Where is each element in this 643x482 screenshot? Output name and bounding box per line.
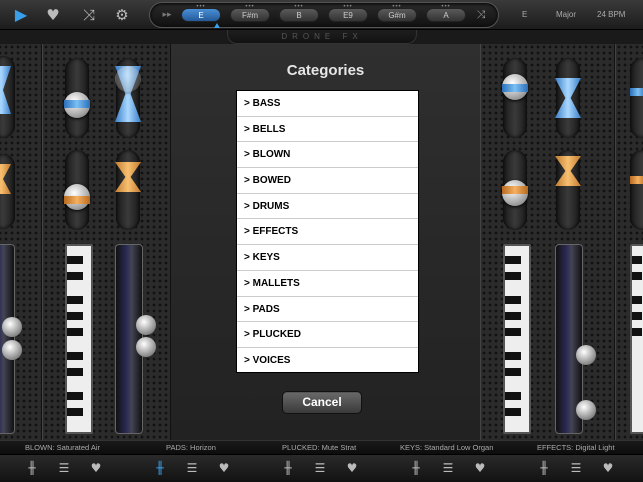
favorite-icon[interactable]: ♥ <box>216 460 232 476</box>
key-button-6[interactable]: ••• A <box>426 4 466 22</box>
level-band <box>64 196 90 204</box>
scale-readout[interactable]: Major <box>556 10 576 19</box>
favorite-icon[interactable]: ♥ <box>344 460 360 476</box>
slider-knob[interactable] <box>136 337 156 357</box>
level-band <box>502 186 528 194</box>
channel-panel-3 <box>480 44 615 440</box>
top-toolbar: ▶ ♥ ⤨ ⚙ ▸▸ ••• E ••• F#m ••• B ••• E9 ••… <box>0 0 643 30</box>
key-button-5[interactable]: ••• G#m <box>377 4 417 22</box>
slider-knob[interactable] <box>2 340 22 360</box>
channel-status-blown: BLOWN: Saturated Air <box>25 443 101 452</box>
waveform-icon[interactable]: ╫ <box>24 460 40 476</box>
slider-knob[interactable] <box>2 317 22 337</box>
list-icon[interactable]: ☰ <box>440 460 456 476</box>
category-item-voices[interactable]: > VOICES <box>237 348 418 374</box>
modal-title: Categories <box>286 62 365 79</box>
favorite-icon[interactable]: ♥ <box>88 460 104 476</box>
category-item-bells[interactable]: > BELLS <box>237 117 418 143</box>
settings-gear-icon[interactable]: ⚙ <box>113 6 131 24</box>
channel-status-pads: PADS: Horizon <box>166 443 216 452</box>
category-item-mallets[interactable]: > MALLETS <box>237 271 418 297</box>
volume-slider[interactable] <box>115 244 156 434</box>
channel-status-bar: BLOWN: Saturated Air PADS: Horizon PLUCK… <box>0 440 643 454</box>
mini-keyboard[interactable] <box>503 244 531 434</box>
volume-slider[interactable] <box>555 244 596 434</box>
category-item-effects[interactable]: > EFFECTS <box>237 219 418 246</box>
forward-icon[interactable]: ▸▸ <box>158 6 176 24</box>
mini-keyboard[interactable] <box>65 244 93 434</box>
key-button-4[interactable]: ••• E9 <box>328 4 368 22</box>
level-band <box>630 88 643 96</box>
slider-knob[interactable] <box>136 315 156 335</box>
category-item-bowed[interactable]: > BOWED <box>237 168 418 194</box>
key-readout[interactable]: E <box>522 10 527 19</box>
level-band <box>630 176 643 184</box>
list-icon[interactable]: ☰ <box>56 460 72 476</box>
level-band <box>64 100 90 108</box>
bottom-toolbar: ╫ ☰ ♥ ╫ ☰ ♥ ╫ ☰ ♥ ╫ ☰ ♥ ╫ ☰ ♥ <box>0 454 643 482</box>
key-button-1[interactable]: ••• E <box>181 4 221 22</box>
channel-panel-1 <box>0 44 42 440</box>
volume-slider[interactable] <box>0 244 22 434</box>
category-item-plucked[interactable]: > PLUCKED <box>237 322 418 348</box>
waveform-icon[interactable]: ╫ <box>280 460 296 476</box>
waveform-icon[interactable]: ╫ <box>152 460 168 476</box>
channel-status-keys: KEYS: Standard Low Organ <box>400 443 494 452</box>
slider-knob[interactable] <box>576 345 596 365</box>
play-icon[interactable]: ▶ <box>12 6 30 24</box>
tempo-readout[interactable]: 24 BPM <box>597 10 625 19</box>
key-button-2[interactable]: ••• F#m <box>230 4 270 22</box>
channel-panel-2 <box>42 44 171 440</box>
channel-status-plucked: PLUCKED: Mute Strat <box>282 443 357 452</box>
slider-knob[interactable] <box>576 400 596 420</box>
category-item-keys[interactable]: > KEYS <box>237 245 418 271</box>
category-item-drums[interactable]: > DRUMS <box>237 194 418 220</box>
mini-keyboard[interactable] <box>630 244 643 434</box>
categories-list: > BASS > BELLS > BLOWN > BOWED > DRUMS >… <box>236 90 419 373</box>
list-icon[interactable]: ☰ <box>184 460 200 476</box>
chord-key-selector: ▸▸ ••• E ••• F#m ••• B ••• E9 ••• G#m ••… <box>149 2 499 28</box>
channel-status-effects: EFFECTS: Digital Light <box>537 443 615 452</box>
waveform-icon[interactable]: ╫ <box>536 460 552 476</box>
category-item-pads[interactable]: > PADS <box>237 297 418 323</box>
active-key-marker <box>214 23 220 28</box>
drone-fx-label: DRONE FX <box>227 30 417 44</box>
channel-panel-4 <box>615 44 643 440</box>
favorite-icon[interactable]: ♥ <box>44 6 62 24</box>
cancel-button[interactable]: Cancel <box>282 391 362 414</box>
list-icon[interactable]: ☰ <box>312 460 328 476</box>
shuffle-keys-icon[interactable]: ⤨ <box>472 6 490 24</box>
level-band <box>502 84 528 92</box>
list-icon[interactable]: ☰ <box>568 460 584 476</box>
category-item-blown[interactable]: > BLOWN <box>237 142 418 169</box>
favorite-icon[interactable]: ♥ <box>472 460 488 476</box>
key-button-3[interactable]: ••• B <box>279 4 319 22</box>
waveform-icon[interactable]: ╫ <box>408 460 424 476</box>
shuffle-icon[interactable]: ⤨ <box>80 6 98 24</box>
category-item-bass[interactable]: > BASS <box>237 91 418 117</box>
favorite-icon[interactable]: ♥ <box>600 460 616 476</box>
